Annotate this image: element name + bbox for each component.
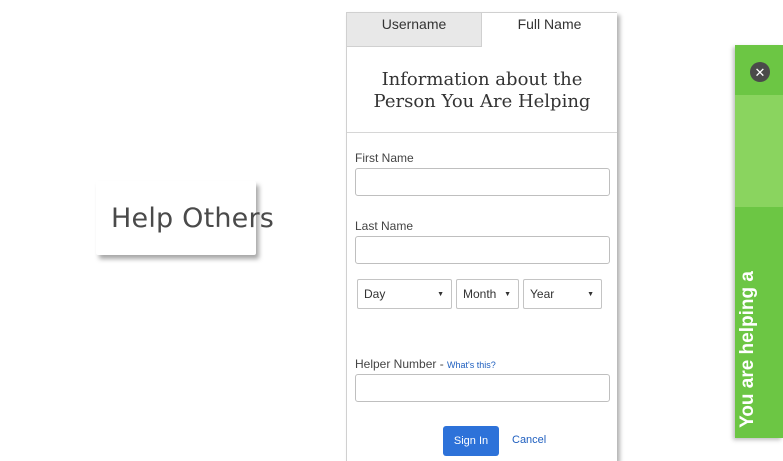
day-select[interactable]: Day ▼ [357,279,452,309]
chevron-down-icon: ▼ [504,291,511,298]
chevron-down-icon: ▼ [587,291,594,298]
year-select[interactable]: Year ▼ [523,279,602,309]
cancel-link[interactable]: Cancel [512,434,546,446]
helper-number-label: Helper Number - What's this? [355,357,496,371]
tab-username[interactable]: Username [347,13,482,47]
tab-bar: Username Full Name [347,13,617,47]
first-name-label: First Name [355,151,414,165]
panel-title-line-2: Person You Are Helping [373,91,591,112]
helping-status-bar: ✕ You are helping a [735,45,783,438]
year-select-value: Year [530,287,555,301]
helper-number-input[interactable] [355,374,610,402]
title-divider [347,132,617,133]
month-select-value: Month [463,287,497,301]
close-icon[interactable]: ✕ [750,62,770,82]
tab-full-name[interactable]: Full Name [482,13,617,47]
sign-in-button[interactable]: Sign In [443,426,499,456]
help-others-label: Help Others [111,202,275,234]
panel-title: Information about the Person You Are Hel… [347,69,617,113]
helping-status-text: You are helping a [737,271,758,428]
chevron-down-icon: ▼ [437,291,444,298]
last-name-label: Last Name [355,219,414,233]
helper-number-label-text: Helper Number - [355,357,448,371]
day-select-value: Day [364,287,386,301]
panel-title-line-1: Information about the [381,69,583,90]
help-others-button[interactable]: Help Others [96,181,274,255]
whats-this-link[interactable]: What's this? [447,360,496,370]
helper-signin-panel: Username Full Name Information about the… [346,12,617,461]
first-name-input[interactable] [355,168,610,196]
month-select[interactable]: Month ▼ [456,279,519,309]
last-name-input[interactable] [355,236,610,264]
